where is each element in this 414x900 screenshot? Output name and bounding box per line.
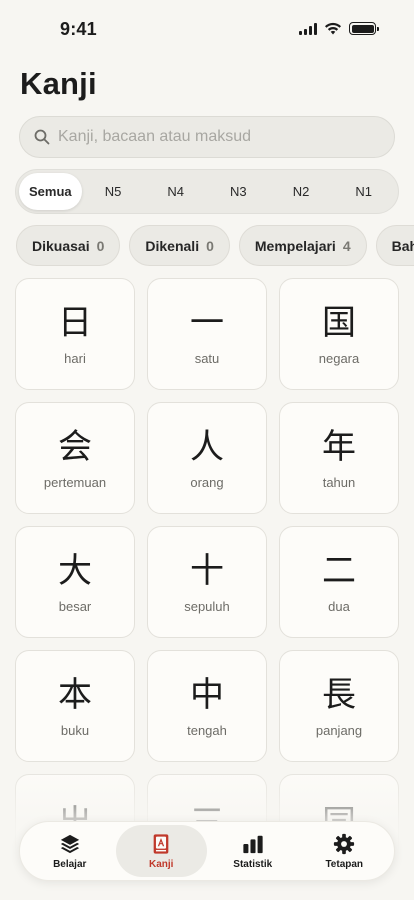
battery-icon	[349, 22, 379, 35]
kanji-character: 国	[322, 302, 356, 343]
kanji-meaning: tahun	[322, 474, 356, 490]
status-time: 9:41	[60, 19, 97, 39]
search-input[interactable]	[58, 128, 378, 146]
filter-chip-mempelajari[interactable]: Mempelajari 4	[238, 225, 367, 266]
kanji-meaning: negara	[318, 350, 360, 366]
kanji-character: 中	[190, 674, 224, 715]
kanji-character: 一	[190, 302, 224, 343]
kanji-card[interactable]: 長 panjang	[279, 650, 399, 762]
bar-chart-icon	[243, 835, 263, 853]
kanji-card[interactable]: 一 satu	[147, 278, 267, 390]
kanji-card[interactable]: 十 sepuluh	[147, 526, 267, 638]
level-tab-n4[interactable]: N4	[144, 173, 207, 210]
kanji-character: 本	[58, 674, 92, 715]
kanji-character: 年	[322, 426, 356, 467]
kanji-character: 十	[190, 550, 224, 591]
kanji-card[interactable]: 大 besar	[15, 526, 135, 638]
filter-chip-label: Dikuasai	[32, 237, 90, 254]
kanji-book-icon	[153, 833, 169, 854]
status-filter-row: Dikuasai 0 Dikenali 0 Mempelajari 4 Bah	[12, 225, 414, 267]
level-tab-n2[interactable]: N2	[270, 173, 333, 210]
kanji-grid: 日 hari 一 satu 国 negara 会 pertemuan 人 ora…	[15, 278, 399, 874]
tab-belajar[interactable]: Belajar	[24, 825, 116, 877]
level-tab-n1[interactable]: N1	[332, 173, 395, 210]
kanji-card[interactable]: 会 pertemuan	[15, 402, 135, 514]
kanji-card[interactable]: 日 hari	[15, 278, 135, 390]
bottom-tab-bar: Belajar Kanji Statistik Tetapan	[19, 821, 395, 881]
level-tab-semua[interactable]: Semua	[19, 173, 82, 210]
cellular-signal-icon	[299, 22, 317, 35]
level-tab-n3[interactable]: N3	[207, 173, 270, 210]
filter-chip-dikenali[interactable]: Dikenali 0	[129, 225, 230, 266]
page-title: Kanji	[20, 66, 97, 101]
level-tab-n5[interactable]: N5	[82, 173, 145, 210]
filter-chip-count: 4	[342, 237, 351, 254]
kanji-card[interactable]: 二 dua	[279, 526, 399, 638]
tab-label: Tetapan	[325, 858, 364, 870]
level-segmented-control: Semua N5 N4 N3 N2 N1	[15, 169, 399, 214]
gear-icon	[334, 833, 355, 854]
filter-chip-label: Mempelajari	[254, 237, 336, 254]
filter-chip-dikuasai[interactable]: Dikuasai 0	[16, 225, 121, 266]
wifi-icon	[325, 22, 341, 35]
kanji-card[interactable]: 本 buku	[15, 650, 135, 762]
filter-chip-count: 0	[96, 237, 105, 254]
kanji-meaning: hari	[64, 350, 86, 366]
tab-label: Kanji	[149, 858, 174, 870]
filter-chip-label: Bah	[391, 237, 414, 254]
kanji-meaning: besar	[58, 598, 92, 614]
tab-kanji[interactable]: Kanji	[115, 825, 207, 877]
kanji-card[interactable]: 年 tahun	[279, 402, 399, 514]
search-icon	[34, 129, 50, 145]
kanji-meaning: orang	[190, 474, 224, 490]
filter-chip-label: Dikenali	[145, 237, 200, 254]
layers-icon	[60, 834, 79, 853]
kanji-meaning: pertemuan	[43, 474, 107, 490]
kanji-card[interactable]: 中 tengah	[147, 650, 267, 762]
kanji-card[interactable]: 国 negara	[279, 278, 399, 390]
filter-chip-bah[interactable]: Bah	[375, 225, 414, 266]
kanji-card[interactable]: 人 orang	[147, 402, 267, 514]
search-bar[interactable]	[19, 116, 395, 158]
kanji-character: 日	[58, 302, 92, 343]
kanji-character: 会	[58, 426, 92, 467]
status-bar: 9:41	[0, 0, 414, 56]
tab-tetapan[interactable]: Tetapan	[299, 825, 391, 877]
kanji-character: 長	[322, 674, 356, 715]
filter-chip-count: 0	[206, 237, 214, 254]
kanji-meaning: panjang	[315, 722, 363, 738]
kanji-meaning: buku	[60, 722, 90, 738]
status-icons	[299, 22, 379, 35]
kanji-character: 二	[322, 550, 356, 591]
kanji-meaning: tengah	[187, 722, 227, 738]
tab-statistik[interactable]: Statistik	[207, 825, 299, 877]
tab-label: Belajar	[53, 858, 87, 870]
tab-label: Statistik	[233, 858, 273, 870]
kanji-meaning: dua	[328, 598, 350, 614]
kanji-character: 大	[58, 550, 92, 591]
kanji-meaning: sepuluh	[184, 598, 230, 614]
kanji-meaning: satu	[194, 350, 220, 366]
kanji-character: 人	[190, 426, 224, 467]
